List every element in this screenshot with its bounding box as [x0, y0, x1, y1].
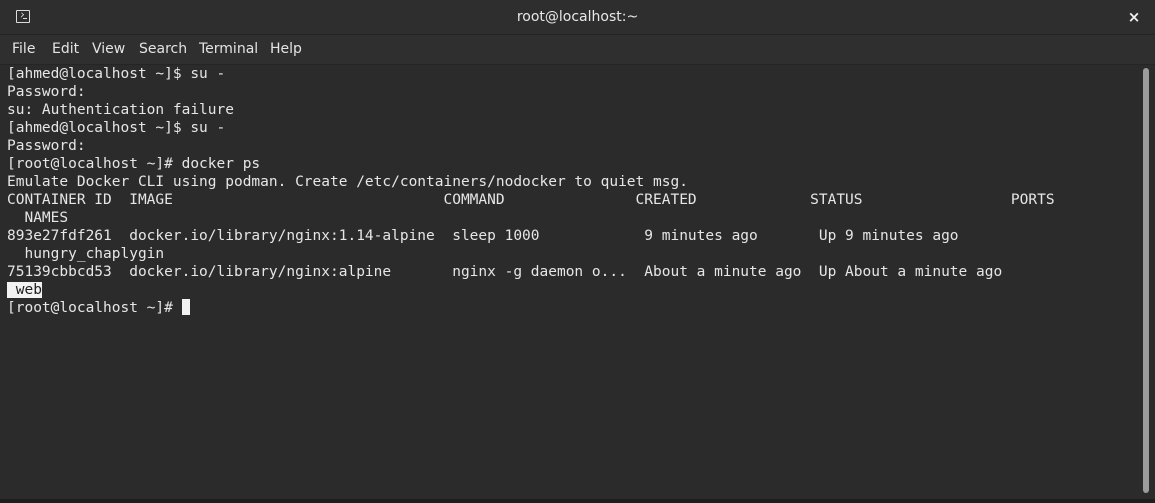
menu-bar: File Edit View Search Terminal Help	[0, 35, 1155, 65]
terminal-window: root@localhost:~ × File Edit View Search…	[0, 0, 1155, 503]
terminal-line: [root@localhost ~]# docker ps	[7, 156, 261, 172]
terminal-prompt-line: [root@localhost ~]#	[7, 299, 190, 317]
terminal-line: Password:	[7, 138, 86, 154]
close-icon[interactable]: ×	[1125, 8, 1143, 26]
menu-help[interactable]: Help	[270, 35, 302, 64]
terminal-line: 893e27fdf261 docker.io/library/nginx:1.1…	[7, 228, 959, 244]
terminal-line: Password:	[7, 84, 86, 100]
terminal-line: CONTAINER ID IMAGE COMMAND CREATED STATU…	[7, 192, 1055, 208]
terminal-line: su: Authentication failure	[7, 102, 234, 118]
menu-file[interactable]: File	[12, 35, 35, 64]
terminal-line: hungry_chaplygin	[7, 246, 165, 262]
terminal-line: NAMES	[7, 210, 69, 226]
menu-view[interactable]: View	[92, 35, 125, 64]
terminal-line: [ahmed@localhost ~]$ su -	[7, 120, 226, 136]
selected-container-name[interactable]: web	[7, 282, 42, 298]
menu-terminal[interactable]: Terminal	[199, 35, 258, 64]
window-bottom-edge	[0, 499, 1155, 503]
menu-edit[interactable]: Edit	[52, 35, 79, 64]
menu-search[interactable]: Search	[139, 35, 187, 64]
terminal-line-selected: web	[7, 281, 42, 299]
text-cursor	[181, 299, 190, 315]
scrollbar-thumb[interactable]	[1143, 68, 1149, 493]
terminal-line: Emulate Docker CLI using podman. Create …	[7, 174, 688, 190]
shell-prompt: [root@localhost ~]#	[7, 300, 182, 316]
window-title: root@localhost:~	[516, 9, 639, 25]
terminal-line: [ahmed@localhost ~]$ su -	[7, 66, 226, 82]
vertical-scrollbar[interactable]	[1140, 65, 1155, 499]
title-bar: root@localhost:~ ×	[0, 0, 1155, 35]
terminal-output[interactable]: [ahmed@localhost ~]$ su - Password: su: …	[0, 65, 1140, 499]
terminal-line: 75139cbbcd53 docker.io/library/nginx:alp…	[7, 264, 1003, 280]
